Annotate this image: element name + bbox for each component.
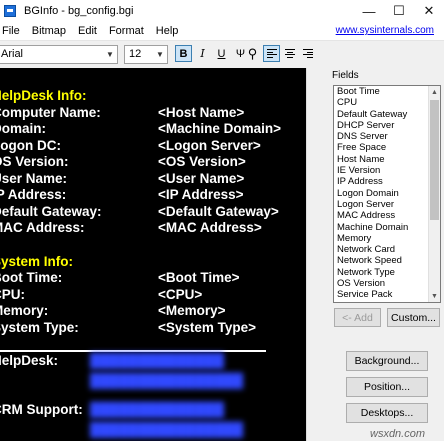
align-center-button[interactable] bbox=[281, 45, 298, 62]
row-value: <System Type> bbox=[158, 320, 257, 335]
redacted-email: ████████████████ bbox=[90, 422, 244, 437]
window-title: BGInfo - bg_config.bgi bbox=[24, 5, 134, 17]
chevron-up-icon[interactable]: ▲ bbox=[429, 86, 440, 98]
redacted-phone: ██████████████ bbox=[90, 353, 224, 368]
row-label: Logon DC: bbox=[0, 138, 61, 153]
row-value: <Logon Server> bbox=[158, 138, 261, 153]
menu-file[interactable]: File bbox=[0, 25, 26, 37]
row-label: Computer Name: bbox=[0, 105, 101, 120]
row-value: <Default Gateway> bbox=[158, 204, 279, 219]
close-button[interactable]: ✕ bbox=[414, 0, 444, 22]
title-bar: BGInfo - bg_config.bgi — ☐ ✕ bbox=[0, 0, 444, 22]
scrollbar-thumb[interactable] bbox=[430, 100, 439, 220]
list-item[interactable]: IE Version bbox=[334, 165, 440, 176]
font-size-value: 12 bbox=[129, 48, 142, 60]
crm-support-label: CRM Support: bbox=[0, 402, 83, 417]
list-item[interactable]: MAC Address bbox=[334, 210, 440, 221]
row-value: <Boot Time> bbox=[158, 270, 240, 285]
find-icon[interactable]: ⚲ bbox=[244, 45, 261, 62]
list-item[interactable]: Logon Server bbox=[334, 199, 440, 210]
watermark-text: wsxdn.com bbox=[370, 428, 426, 440]
custom-field-button[interactable]: Custom... bbox=[387, 308, 440, 327]
chevron-down-icon: ▼ bbox=[156, 50, 164, 59]
bold-button[interactable]: B bbox=[175, 45, 192, 62]
align-left-icon bbox=[266, 49, 277, 58]
menu-bitmap[interactable]: Bitmap bbox=[26, 25, 72, 37]
row-label: System Type: bbox=[0, 320, 79, 335]
redacted-phone: ██████████████ bbox=[90, 402, 224, 417]
list-item[interactable]: Boot Time bbox=[334, 86, 440, 97]
fields-label: Fields bbox=[332, 70, 359, 81]
chevron-down-icon: ▼ bbox=[106, 50, 114, 59]
row-label: CPU: bbox=[0, 287, 25, 302]
row-label: User Name: bbox=[0, 171, 68, 186]
format-toolbar: Arial ▼ 12 ▼ B I U Ψ ⚲ bbox=[0, 41, 326, 67]
font-family-value: Arial bbox=[1, 48, 24, 60]
row-value: <OS Version> bbox=[158, 154, 246, 169]
maximize-button[interactable]: ☐ bbox=[384, 0, 414, 22]
redacted-email: ████████████████ bbox=[90, 373, 244, 388]
list-item[interactable]: DHCP Server bbox=[334, 120, 440, 131]
row-label: Memory: bbox=[0, 303, 49, 318]
list-item[interactable]: Network Speed bbox=[334, 255, 440, 266]
row-label: OS Version: bbox=[0, 154, 69, 169]
font-size-select[interactable]: 12 ▼ bbox=[124, 45, 168, 64]
list-item[interactable]: Free Space bbox=[334, 142, 440, 153]
row-value: <IP Address> bbox=[158, 187, 244, 202]
menu-format[interactable]: Format bbox=[103, 25, 150, 37]
helpdesk-label: HelpDesk: bbox=[0, 353, 59, 368]
row-value: <Machine Domain> bbox=[158, 121, 282, 136]
list-item[interactable]: Network Type bbox=[334, 267, 440, 278]
desktops-button[interactable]: Desktops... bbox=[346, 403, 428, 423]
list-item[interactable]: Memory bbox=[334, 233, 440, 244]
menu-edit[interactable]: Edit bbox=[72, 25, 103, 37]
system-info-header: System Info: bbox=[0, 254, 74, 269]
row-value: <Memory> bbox=[158, 303, 226, 318]
align-center-icon bbox=[284, 49, 295, 58]
chevron-down-icon[interactable]: ▼ bbox=[429, 290, 440, 302]
position-button[interactable]: Position... bbox=[346, 377, 428, 397]
menu-help[interactable]: Help bbox=[150, 25, 185, 37]
list-item[interactable]: Host Name bbox=[334, 154, 440, 165]
fields-scrollbar[interactable]: ▲ ▼ bbox=[428, 86, 440, 302]
bginfo-app-icon bbox=[4, 5, 16, 17]
helpdesk-info-header: HelpDesk Info: bbox=[0, 88, 87, 103]
row-value: <User Name> bbox=[158, 171, 245, 186]
list-item[interactable]: Default Gateway bbox=[334, 109, 440, 120]
separator-line bbox=[0, 350, 266, 352]
list-item[interactable]: Logon Domain bbox=[334, 188, 440, 199]
list-item[interactable]: IP Address bbox=[334, 176, 440, 187]
row-label: Default Gateway: bbox=[0, 204, 102, 219]
font-family-select[interactable]: Arial ▼ bbox=[0, 45, 118, 64]
list-item[interactable]: DNS Server bbox=[334, 131, 440, 142]
row-label: Boot Time: bbox=[0, 270, 63, 285]
align-right-button[interactable] bbox=[299, 45, 316, 62]
row-label: IP Address: bbox=[0, 187, 67, 202]
editor-scrollbar[interactable] bbox=[306, 68, 323, 441]
align-left-button[interactable] bbox=[263, 45, 280, 62]
list-item[interactable]: Service Pack bbox=[334, 289, 440, 300]
minimize-button[interactable]: — bbox=[354, 0, 384, 22]
sysinternals-link[interactable]: www.sysinternals.com bbox=[336, 25, 434, 36]
add-field-button[interactable]: <- Add bbox=[334, 308, 381, 327]
list-item[interactable]: OS Version bbox=[334, 278, 440, 289]
row-label: MAC Address: bbox=[0, 220, 85, 235]
row-value: <CPU> bbox=[158, 287, 203, 302]
underline-button[interactable]: U bbox=[213, 45, 230, 62]
row-value: <Host Name> bbox=[158, 105, 245, 120]
text-editor[interactable]: HelpDesk Info: Computer Name: <Host Name… bbox=[0, 68, 306, 441]
list-item[interactable]: CPU bbox=[334, 97, 440, 108]
list-item[interactable]: Machine Domain bbox=[334, 222, 440, 233]
row-value: <MAC Address> bbox=[158, 220, 262, 235]
row-label: Domain: bbox=[0, 121, 46, 136]
fields-listbox[interactable]: Boot Time CPU Default Gateway DHCP Serve… bbox=[333, 85, 441, 303]
background-button[interactable]: Background... bbox=[346, 351, 428, 371]
align-right-icon bbox=[302, 49, 313, 58]
list-item[interactable]: Network Card bbox=[334, 244, 440, 255]
italic-button[interactable]: I bbox=[194, 45, 211, 62]
